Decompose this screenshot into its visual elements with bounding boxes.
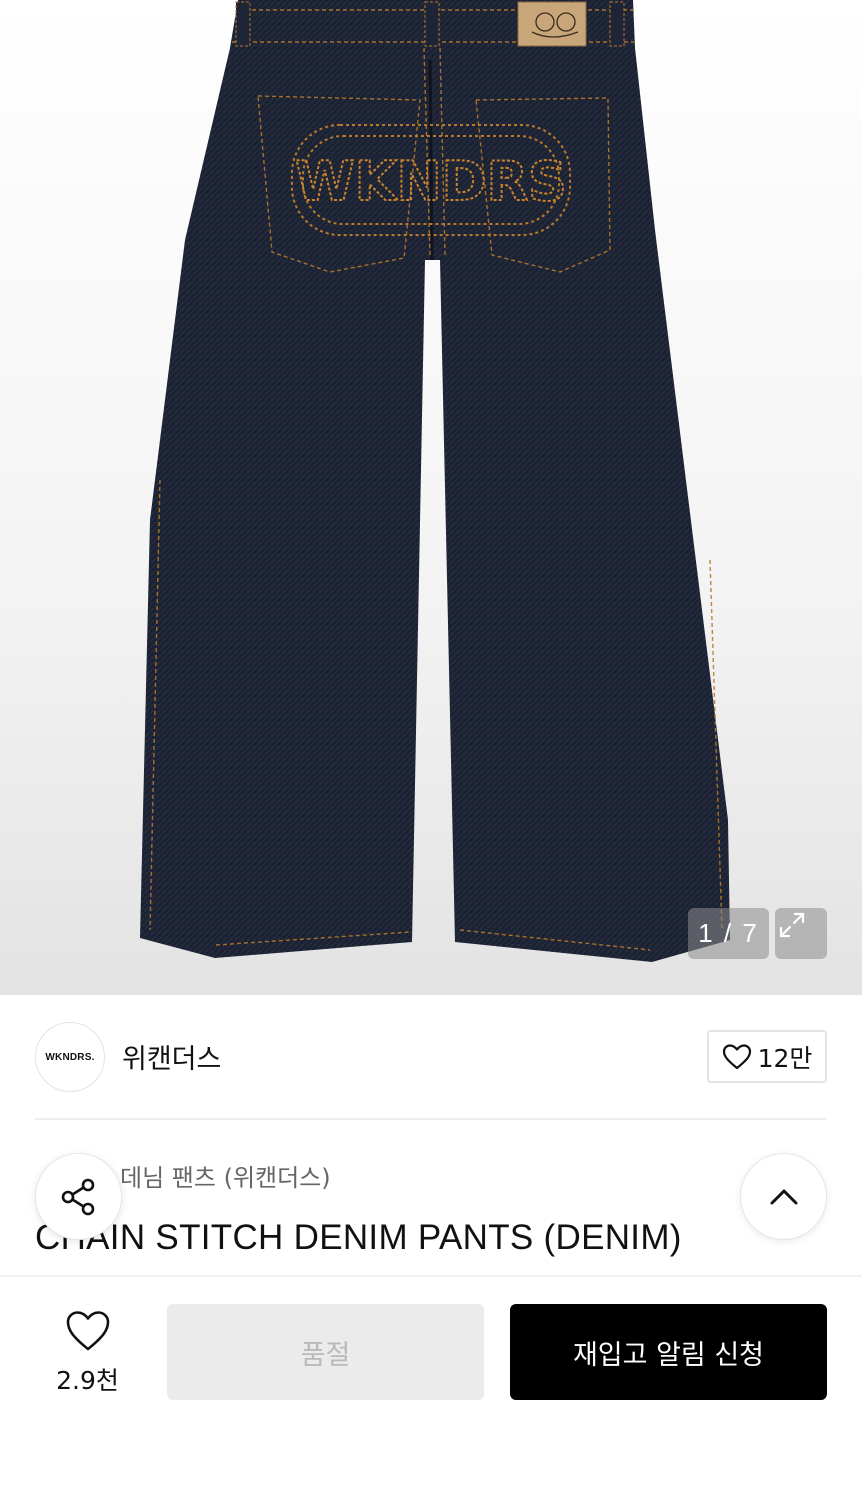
scroll-top-button[interactable] [740, 1153, 827, 1240]
expand-button[interactable] [775, 908, 827, 959]
heart-icon [66, 1311, 110, 1351]
product-image-jeans: WKNDRS [140, 0, 730, 962]
bottom-purchase-bar: 2.9천 품절 재입고 알림 신청 [0, 1275, 862, 1500]
share-icon [61, 1178, 94, 1215]
brand-logo[interactable]: WKNDRS. [35, 1022, 105, 1092]
brand-like-button[interactable]: 12만 [707, 1030, 827, 1083]
image-counter: 1 / 7 [688, 908, 769, 959]
product-title: CHAIN STITCH DENIM PANTS (DENIM) [35, 1218, 682, 1257]
brand-row: WKNDRS. 위캔더스 12만 [35, 1020, 827, 1092]
restock-alert-button[interactable]: 재입고 알림 신청 [510, 1304, 827, 1400]
soldout-button: 품절 [167, 1304, 484, 1400]
chevron-up-icon [770, 1189, 797, 1204]
wishlist-button[interactable]: 2.9천 [40, 1307, 135, 1395]
product-image-gallery[interactable]: WKNDRS 1 / 7 [0, 0, 862, 995]
product-korean-name: 데님 팬츠 (위캔더스) [120, 1164, 331, 1192]
share-button[interactable] [35, 1153, 122, 1240]
divider [35, 1118, 827, 1120]
svg-text:WKNDRS: WKNDRS [295, 150, 567, 213]
wishlist-count: 2.9천 [56, 1366, 119, 1395]
expand-icon [779, 912, 805, 938]
brand-name[interactable]: 위캔더스 [122, 1037, 221, 1076]
heart-icon [722, 1043, 751, 1069]
brand-like-count: 12만 [757, 1043, 813, 1073]
